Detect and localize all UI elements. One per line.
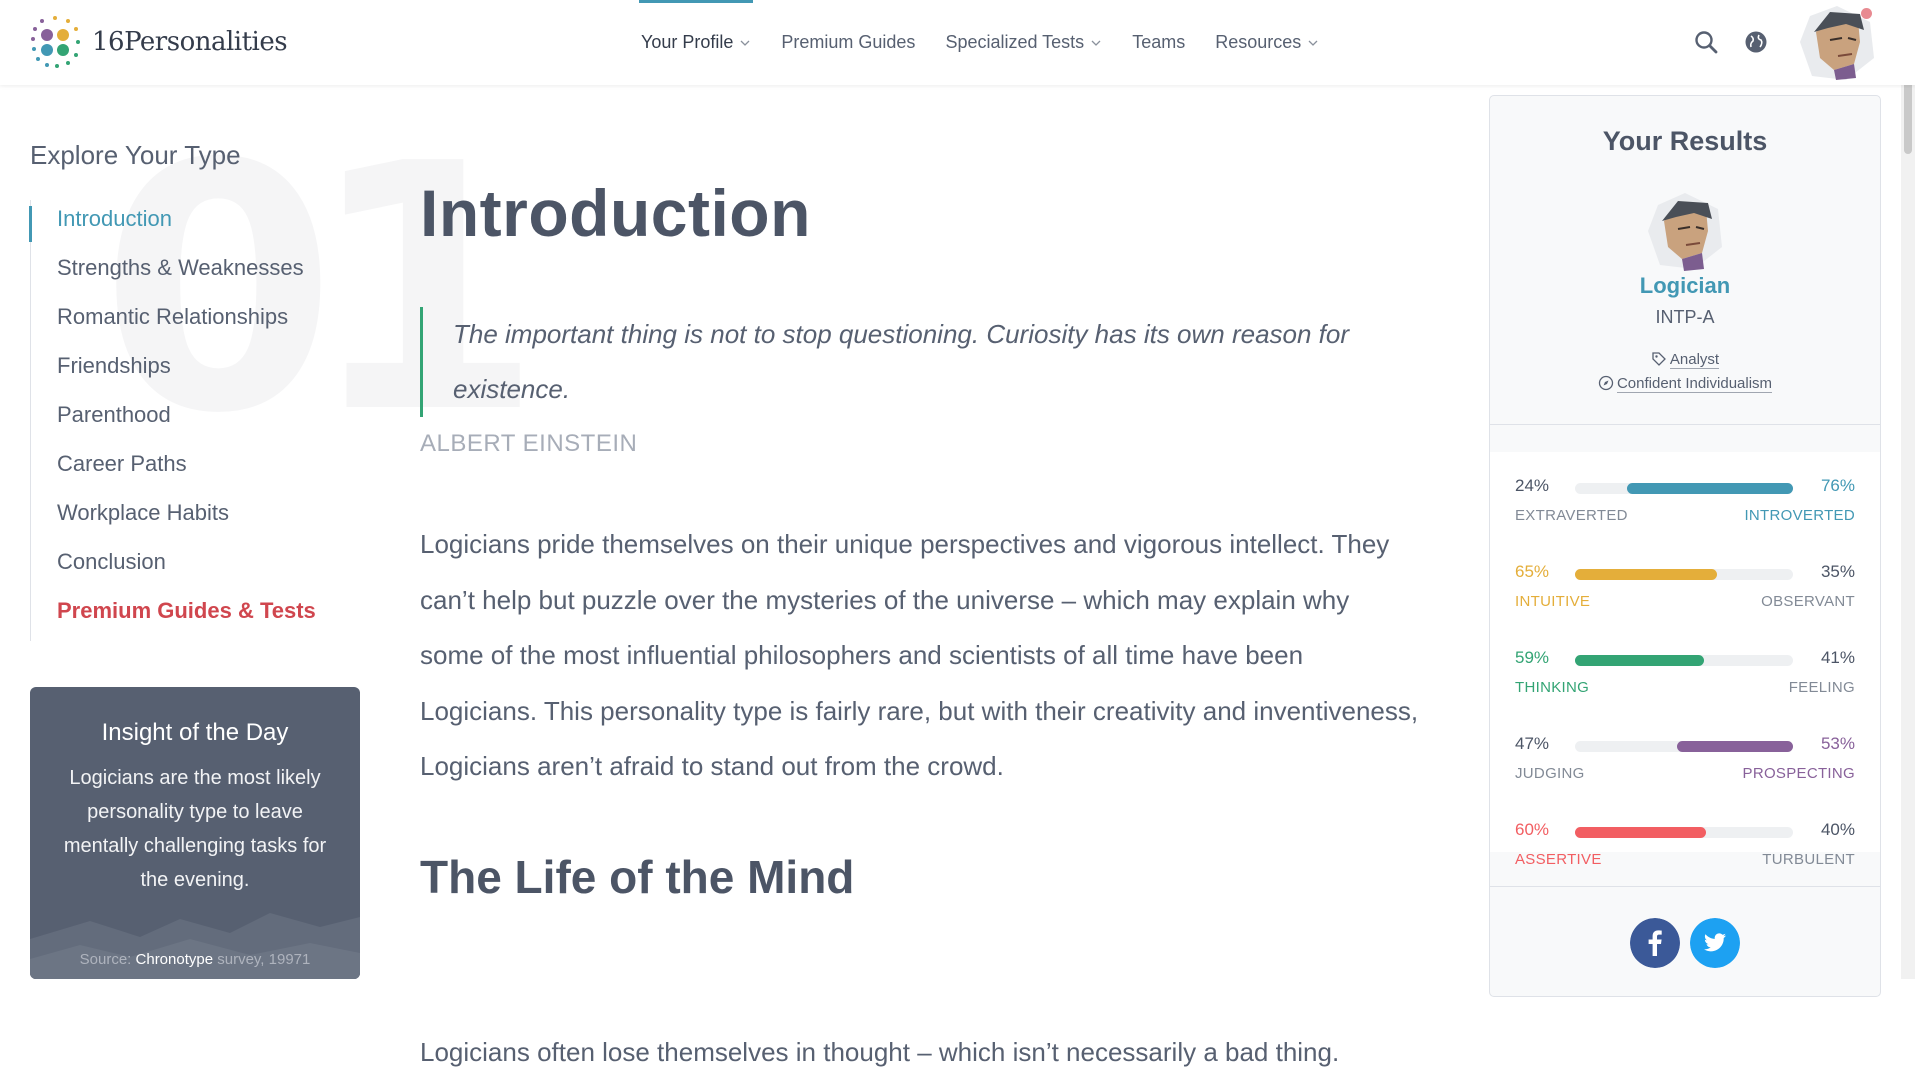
source-suffix: survey, 19971: [213, 951, 311, 968]
insight-card: Insight of the Day Logicians are the mos…: [30, 687, 360, 979]
nav-premium-guides[interactable]: Premium Guides: [766, 0, 930, 85]
insight-text: Logicians are the most likely personalit…: [63, 767, 327, 891]
nav-label: Your Profile: [641, 32, 734, 52]
nav-label: Teams: [1132, 32, 1186, 52]
main-nav: Your Profile Premium Guides Specialized …: [626, 0, 1334, 85]
nav-specialized-tests[interactable]: Specialized Tests: [930, 0, 1117, 85]
trait-right-percent: 35%: [1820, 562, 1855, 581]
nav-label: Premium Guides: [781, 32, 916, 52]
toc-item-workplace-habits[interactable]: Workplace Habits: [31, 494, 316, 543]
trait-bar-fill: [1575, 569, 1717, 580]
toc-item-introduction[interactable]: Introduction: [29, 200, 316, 249]
trait-bar-fill: [1575, 655, 1704, 666]
logo-text: 16Personalities: [92, 27, 288, 57]
logician-avatar-icon: [1648, 193, 1722, 271]
nav-resources[interactable]: Resources: [1200, 0, 1334, 85]
trait-bar-track: [1575, 741, 1793, 752]
nav-your-profile[interactable]: Your Profile: [626, 0, 766, 85]
intro-paragraph: Logicians pride themselves on their uniq…: [420, 529, 1419, 781]
strategy-label: Confident Individualism: [1616, 375, 1773, 393]
section-paragraph: Logicians often lose themselves in thoug…: [420, 1037, 1340, 1067]
quote-author: ALBERT EINSTEIN: [420, 430, 638, 457]
compass-icon: [1598, 375, 1614, 391]
chevron-down-icon: [1091, 40, 1101, 46]
trait-right-label: PROSPECTING: [1742, 765, 1855, 782]
quote-block: The important thing is not to stop quest…: [420, 307, 1363, 417]
toc-item-strengths-weaknesses[interactable]: Strengths & Weaknesses: [31, 249, 316, 298]
trait-left-label: THINKING: [1515, 679, 1590, 696]
facebook-icon[interactable]: [1630, 918, 1680, 968]
logo-icon: [31, 16, 80, 68]
role-tag[interactable]: Analyst: [1490, 351, 1880, 369]
nav-teams[interactable]: Teams: [1117, 0, 1200, 85]
trait-bar-track: [1575, 569, 1793, 580]
trait-tactics[interactable]: 47% 53% JUDGING PROSPECTING: [1515, 734, 1855, 794]
trait-energy[interactable]: 65% 35% INTUITIVE OBSERVANT: [1515, 562, 1855, 622]
trait-identity[interactable]: 60% 40% ASSERTIVE TURBULENT: [1515, 820, 1855, 880]
trait-right-percent: 53%: [1820, 734, 1855, 753]
twitter-icon[interactable]: [1690, 918, 1740, 968]
role-label: Analyst: [1669, 351, 1720, 369]
sidebar-title: Explore Your Type: [30, 140, 241, 170]
site-header: 16Personalities Your Profile Premium Gui…: [0, 0, 1915, 85]
trait-bar-fill: [1677, 741, 1793, 752]
trait-mind[interactable]: 24% 76% EXTRAVERTED INTROVERTED: [1515, 476, 1855, 536]
trait-left-label: EXTRAVERTED: [1515, 507, 1628, 524]
trait-right-percent: 41%: [1820, 648, 1855, 667]
divider: [1490, 424, 1880, 425]
toc-item-romantic-relationships[interactable]: Romantic Relationships: [31, 298, 316, 347]
trait-left-label: JUDGING: [1515, 765, 1585, 782]
results-panel: Your Results Logician INTP-A Analyst Con…: [1489, 95, 1881, 997]
trait-bar-track: [1575, 827, 1793, 838]
page-scrollbar[interactable]: [1901, 0, 1915, 979]
trait-left-percent: 59%: [1515, 648, 1550, 667]
page-title: Introduction: [420, 176, 811, 250]
trait-right-label: TURBULENT: [1762, 851, 1855, 868]
trait-left-percent: 65%: [1515, 562, 1550, 581]
source-link[interactable]: Chronotype: [136, 951, 214, 968]
trait-left-percent: 60%: [1515, 820, 1550, 839]
toc-nav: Introduction Strengths & Weaknesses Roma…: [29, 200, 316, 641]
user-avatar[interactable]: [1792, 0, 1882, 85]
nav-label: Resources: [1215, 32, 1302, 52]
globe-icon[interactable]: [1742, 28, 1770, 56]
insight-title: Insight of the Day: [101, 719, 289, 746]
personality-type-code: INTP-A: [1655, 307, 1715, 327]
trait-right-label: OBSERVANT: [1761, 593, 1855, 610]
source-prefix: Source:: [79, 951, 136, 968]
trait-right-label: INTROVERTED: [1744, 507, 1855, 524]
trait-bar-track: [1575, 483, 1793, 494]
trait-right-percent: 40%: [1820, 820, 1855, 839]
divider: [1490, 886, 1880, 887]
toc-item-parenthood[interactable]: Parenthood: [31, 396, 316, 445]
trait-bar-fill: [1575, 827, 1706, 838]
toc-item-career-paths[interactable]: Career Paths: [31, 445, 316, 494]
insight-source: Source: Chronotype survey, 19971: [30, 951, 360, 979]
nav-label: Specialized Tests: [945, 32, 1085, 52]
search-icon[interactable]: [1692, 28, 1720, 56]
trait-right-label: FEELING: [1788, 679, 1855, 696]
site-logo[interactable]: 16Personalities: [30, 14, 288, 70]
trait-left-percent: 47%: [1515, 734, 1550, 753]
trait-left-label: INTUITIVE: [1515, 593, 1591, 610]
trait-left-label: ASSERTIVE: [1515, 851, 1602, 868]
section-heading: The Life of the Mind: [420, 851, 855, 903]
trait-bar-fill: [1627, 483, 1793, 494]
trait-bar-track: [1575, 655, 1793, 666]
tag-icon: [1652, 352, 1666, 366]
toc-item-conclusion[interactable]: Conclusion: [31, 543, 316, 592]
trait-right-percent: 76%: [1820, 476, 1855, 495]
notification-dot: [1861, 8, 1872, 19]
strategy-tag[interactable]: Confident Individualism: [1490, 375, 1880, 393]
quote-text: The important thing is not to stop quest…: [453, 319, 1350, 404]
trait-scales: 24% 76% EXTRAVERTED INTROVERTED 65% 35% …: [1490, 452, 1880, 868]
toc-item-premium-guides[interactable]: Premium Guides & Tests: [31, 592, 316, 641]
results-title: Your Results: [1602, 126, 1768, 156]
personality-type-name[interactable]: Logician: [1490, 273, 1880, 299]
toc-item-friendships[interactable]: Friendships: [31, 347, 316, 396]
trait-nature[interactable]: 59% 41% THINKING FEELING: [1515, 648, 1855, 708]
chevron-down-icon: [1308, 40, 1318, 46]
trait-left-percent: 24%: [1515, 476, 1550, 495]
chevron-down-icon: [740, 40, 750, 46]
